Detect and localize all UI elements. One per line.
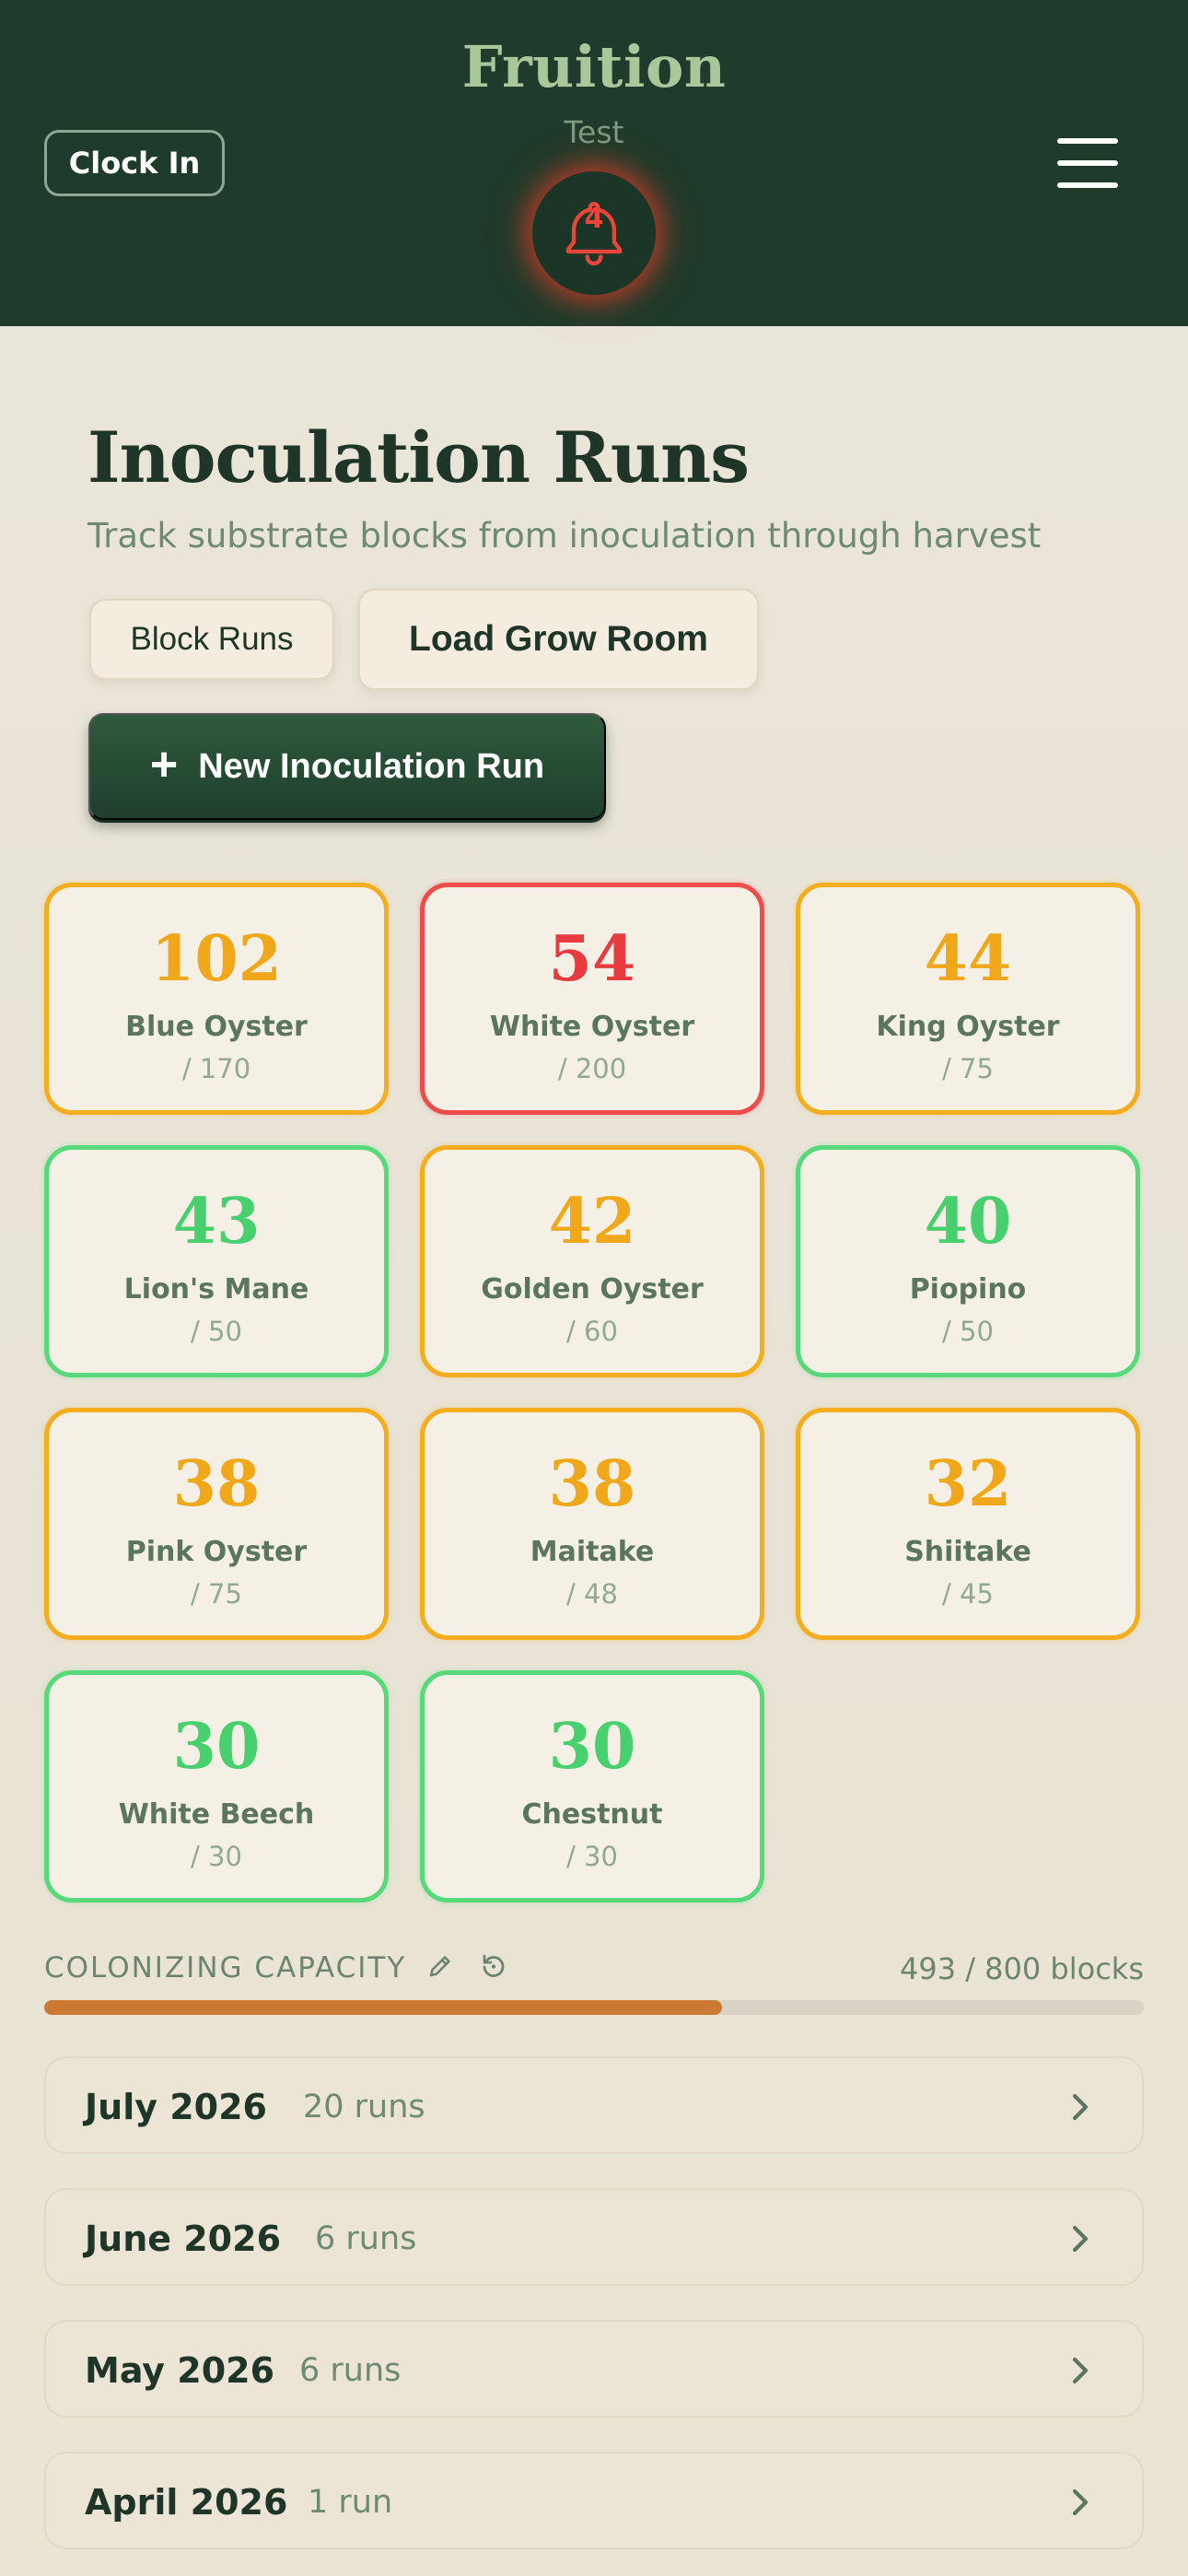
variety-name: Shiitake [904, 1536, 1031, 1568]
variety-count: 30 [548, 1710, 636, 1784]
capacity-value: 493 / 800 blocks [899, 1951, 1144, 1986]
variety-card[interactable]: 30 Chestnut / 30 [420, 1670, 764, 1903]
block-runs-button[interactable]: Block Runs [89, 599, 334, 680]
variety-name: Pink Oyster [125, 1536, 308, 1568]
app-title: Fruition [461, 33, 727, 100]
month-title: April 2026 [85, 2482, 288, 2523]
chevron-right-icon [1072, 2093, 1089, 2121]
month-row[interactable]: July 2026 20 runs [44, 2056, 1144, 2154]
variety-card[interactable]: 44 King Oyster / 75 [796, 883, 1140, 1115]
variety-name: King Oyster [876, 1011, 1060, 1043]
variety-name: Maitake [530, 1536, 655, 1568]
variety-name: Golden Oyster [481, 1273, 704, 1306]
new-run-label: New Inoculation Run [198, 746, 545, 786]
variety-count: 42 [548, 1185, 636, 1259]
load-grow-room-button[interactable]: Load Grow Room [358, 589, 759, 690]
variety-count: 102 [151, 922, 282, 996]
month-row[interactable]: June 2026 6 runs [44, 2188, 1144, 2286]
capacity-progress-bar [44, 2000, 1144, 2015]
variety-card[interactable]: 54 White Oyster / 200 [420, 883, 764, 1115]
variety-name: Piopino [909, 1273, 1027, 1306]
variety-capacity: / 75 [942, 1053, 994, 1084]
variety-capacity: / 75 [191, 1578, 242, 1610]
variety-capacity: / 48 [566, 1578, 618, 1610]
variety-count: 44 [924, 922, 1012, 996]
month-run-count: 1 run [308, 2484, 393, 2521]
notifications-button[interactable]: 4 [532, 171, 656, 295]
chevron-right-icon [1072, 2488, 1089, 2516]
hamburger-menu-icon[interactable] [1057, 138, 1118, 188]
chevron-right-icon [1072, 2357, 1089, 2384]
variety-capacity: / 45 [942, 1578, 994, 1610]
month-run-count: 6 runs [315, 2220, 417, 2257]
month-run-count: 6 runs [299, 2352, 402, 2389]
variety-card[interactable]: 43 Lion's Mane / 50 [44, 1145, 389, 1377]
variety-count: 30 [172, 1710, 261, 1784]
month-title: May 2026 [85, 2350, 275, 2391]
variety-capacity: / 170 [181, 1053, 251, 1084]
month-row[interactable]: April 2026 1 run [44, 2452, 1144, 2549]
variety-count: 32 [924, 1447, 1012, 1521]
variety-count: 38 [548, 1447, 636, 1521]
month-row[interactable]: May 2026 6 runs [44, 2320, 1144, 2418]
page-title: Inoculation Runs [87, 416, 750, 498]
notification-count-badge: 4 [584, 203, 604, 235]
variety-name: Chestnut [521, 1798, 663, 1831]
variety-name: White Oyster [489, 1011, 695, 1043]
variety-card[interactable]: 30 White Beech / 30 [44, 1670, 389, 1903]
chevron-right-icon [1072, 2225, 1089, 2253]
variety-name: White Beech [118, 1798, 315, 1831]
variety-count: 38 [172, 1447, 261, 1521]
capacity-progress-fill [44, 2000, 722, 2015]
variety-count: 54 [548, 922, 636, 996]
variety-capacity: / 30 [566, 1841, 618, 1872]
variety-card[interactable]: 32 Shiitake / 45 [796, 1408, 1140, 1640]
variety-name: Lion's Mane [123, 1273, 309, 1306]
variety-capacity: / 60 [566, 1316, 618, 1347]
new-inoculation-run-button[interactable]: + New Inoculation Run [88, 713, 606, 820]
variety-card[interactable]: 102 Blue Oyster / 170 [44, 883, 389, 1115]
variety-capacity: / 50 [191, 1316, 242, 1347]
plus-icon: + [149, 738, 179, 791]
month-title: June 2026 [85, 2219, 282, 2259]
variety-count: 43 [172, 1185, 261, 1259]
capacity-label: COLONIZING CAPACITY [44, 1951, 407, 1985]
variety-card[interactable]: 40 Piopino / 50 [796, 1145, 1140, 1377]
variety-card[interactable]: 42 Golden Oyster / 60 [420, 1145, 764, 1377]
variety-card[interactable]: 38 Maitake / 48 [420, 1408, 764, 1640]
variety-capacity: / 200 [557, 1053, 627, 1084]
month-title: July 2026 [85, 2087, 267, 2127]
variety-capacity: / 50 [942, 1316, 994, 1347]
variety-count: 40 [924, 1185, 1012, 1259]
reset-icon[interactable] [479, 1951, 508, 1981]
variety-capacity: / 30 [191, 1841, 242, 1872]
variety-name: Blue Oyster [125, 1011, 308, 1043]
month-run-count: 20 runs [303, 2089, 425, 2125]
app-header: Fruition Test Clock In 4 [0, 0, 1188, 326]
pencil-icon[interactable] [425, 1951, 455, 1981]
variety-card[interactable]: 38 Pink Oyster / 75 [44, 1408, 389, 1640]
page-subtitle: Track substrate blocks from inoculation … [87, 516, 1042, 556]
clock-in-button[interactable]: Clock In [44, 130, 225, 196]
